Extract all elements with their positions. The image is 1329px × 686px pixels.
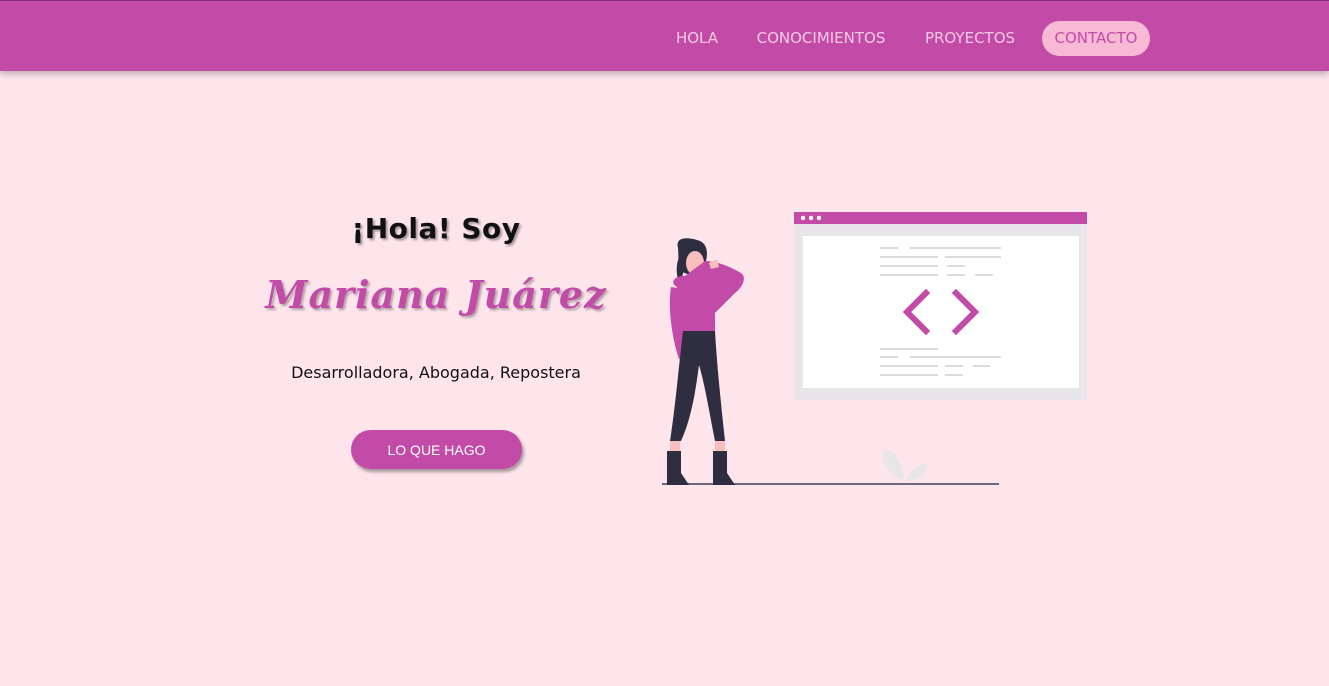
hero-roles: Desarrolladora, Abogada, Repostera	[291, 363, 581, 382]
woman-figure	[667, 238, 744, 485]
leaf-graphic	[882, 449, 928, 481]
developer-illustration	[662, 212, 1087, 485]
nav-link-contacto[interactable]: CONTACTO	[1042, 21, 1150, 56]
browser-window-graphic	[794, 212, 1087, 400]
nav-link-hola[interactable]: HOLA	[662, 21, 732, 56]
hero-illustration	[655, 205, 1095, 495]
nav-link-proyectos[interactable]: PROYECTOS	[916, 21, 1024, 56]
nav-link-conocimientos[interactable]: CONOCIMIENTOS	[748, 21, 894, 56]
hero-name: Mariana Juárez	[265, 272, 607, 317]
hero-greeting: ¡Hola! Soy	[351, 212, 521, 245]
lo-que-hago-button[interactable]: LO QUE HAGO	[351, 430, 522, 469]
top-navbar: HOLA CONOCIMIENTOS PROYECTOS CONTACTO	[0, 0, 1329, 71]
